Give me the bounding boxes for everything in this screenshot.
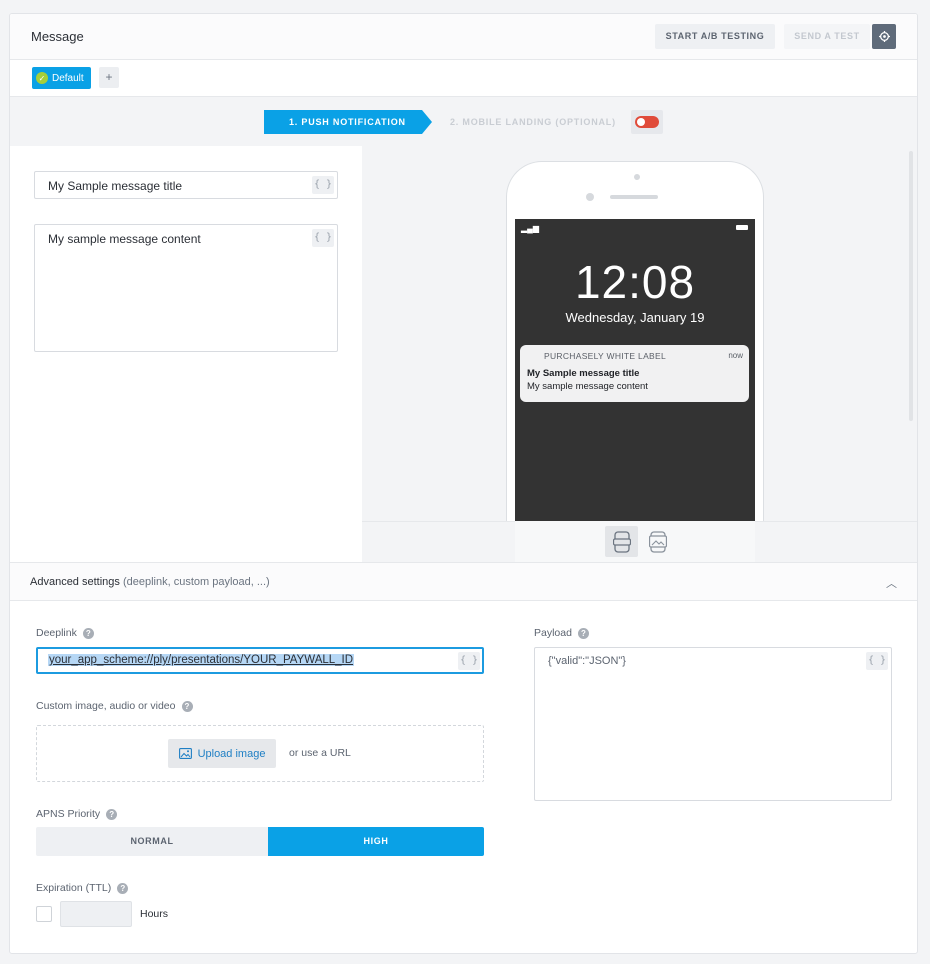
advanced-settings-subtitle: (deeplink, custom payload, ...)	[122, 576, 270, 588]
lock-time: 12:08	[574, 256, 696, 308]
notification-collapsed-icon	[612, 530, 631, 553]
expiration-hours-input[interactable]	[60, 901, 132, 927]
notification-title: My Sample message title	[527, 368, 640, 379]
variant-default-tab[interactable]: ✓ Default	[32, 67, 91, 89]
lock-screen: ▂▄▆ 12:08 Wednesday, January 19 PURCHASE…	[515, 219, 755, 521]
priority-high-button[interactable]: HIGH	[268, 827, 484, 856]
add-variant-button[interactable]: +	[99, 67, 119, 88]
steps-bar: 1. PUSH NOTIFICATION 2. MOBILE LANDING (…	[10, 97, 917, 146]
payload-textarea[interactable]: {"valid":"JSON"} { }	[534, 647, 892, 801]
gear-icon	[878, 31, 890, 42]
deeplink-variables-button[interactable]: { }	[458, 652, 480, 670]
page-title: Message	[31, 29, 84, 44]
apns-priority-selector: NORMAL HIGH	[36, 827, 484, 856]
payload-variables-button[interactable]: { }	[866, 652, 888, 670]
preview-scrollbar[interactable]	[909, 151, 913, 421]
media-label: Custom image, audio or video?	[36, 700, 193, 712]
notification-body: My sample message content	[527, 381, 648, 392]
payload-value: {"valid":"JSON"}	[548, 655, 626, 667]
advanced-settings-header[interactable]: Advanced settings (deeplink, custom payl…	[10, 562, 917, 601]
help-icon[interactable]: ?	[117, 882, 129, 894]
phone-sensor	[586, 193, 594, 201]
title-input[interactable]: My Sample message title { }	[34, 171, 338, 199]
deeplink-label: Deeplink?	[36, 627, 94, 639]
lock-date: Wednesday, January 19	[565, 310, 705, 325]
start-ab-testing-button[interactable]: START A/B TESTING	[655, 24, 775, 49]
image-icon	[178, 748, 192, 759]
use-url-link[interactable]: or use a URL	[289, 747, 351, 759]
battery-icon	[736, 225, 748, 230]
signal-icon: ▂▄▆	[521, 224, 539, 233]
variant-label: Default	[52, 72, 84, 84]
title-input-value: My Sample message title	[48, 179, 183, 193]
help-icon[interactable]: ?	[577, 627, 589, 639]
payload-label: Payload?	[534, 627, 589, 639]
content-textarea-value: My sample message content	[48, 232, 201, 246]
content-textarea[interactable]: My sample message content { }	[34, 224, 338, 352]
advanced-settings-title: Advanced settings (deeplink, custom payl…	[30, 576, 270, 588]
phone-frame: ▂▄▆ 12:08 Wednesday, January 19 PURCHASE…	[506, 161, 764, 521]
content-variables-button[interactable]: { }	[312, 229, 334, 247]
settings-button[interactable]	[872, 24, 896, 49]
phone-speaker	[610, 195, 658, 199]
help-icon[interactable]: ?	[106, 808, 118, 820]
deeplink-value: your_app_scheme://ply/presentations/YOUR…	[48, 654, 355, 666]
chevron-up-icon[interactable]: ︿	[886, 575, 897, 591]
notification-expanded-icon	[648, 530, 667, 553]
apns-priority-label: APNS Priority?	[36, 808, 118, 820]
notification-card: PURCHASELY WHITE LABEL now My Sample mes…	[520, 345, 749, 402]
step-mobile-landing[interactable]: 2. MOBILE LANDING (OPTIONAL)	[450, 110, 616, 134]
collapsed-view-button[interactable]	[605, 526, 638, 557]
expiration-label: Expiration (TTL)?	[36, 882, 129, 894]
preview-view-switch	[515, 521, 755, 562]
notification-time: now	[728, 351, 743, 360]
upload-image-button[interactable]: Upload image	[168, 739, 276, 768]
deeplink-input[interactable]: your_app_scheme://ply/presentations/YOUR…	[36, 647, 484, 674]
toggle-switch	[635, 116, 659, 128]
media-dropzone[interactable]: Upload image or use a URL	[36, 725, 484, 782]
message-editor: My Sample message title { } My sample me…	[10, 146, 362, 562]
upload-image-label: Upload image	[197, 747, 266, 760]
mobile-landing-toggle[interactable]	[631, 110, 663, 134]
step-push-notification[interactable]: 1. PUSH NOTIFICATION	[264, 110, 432, 134]
check-icon: ✓	[36, 72, 48, 84]
notification-app-name: PURCHASELY WHITE LABEL	[544, 351, 667, 361]
help-icon[interactable]: ?	[181, 700, 193, 712]
expiration-checkbox[interactable]	[36, 906, 52, 922]
title-variables-button[interactable]: { }	[312, 176, 334, 194]
expanded-view-button[interactable]	[641, 526, 674, 557]
phone-preview: ▂▄▆ 12:08 Wednesday, January 19 PURCHASE…	[362, 146, 917, 562]
hours-label: Hours	[140, 908, 169, 920]
phone-camera	[634, 174, 640, 180]
help-icon[interactable]: ?	[82, 627, 94, 639]
message-panel: Message START A/B TESTING SEND A TEST ✓ …	[9, 13, 918, 954]
variants-row: ✓ Default +	[10, 60, 917, 97]
priority-normal-button[interactable]: NORMAL	[36, 827, 268, 856]
send-test-button[interactable]: SEND A TEST	[784, 24, 870, 49]
panel-header: Message START A/B TESTING SEND A TEST	[10, 14, 917, 60]
